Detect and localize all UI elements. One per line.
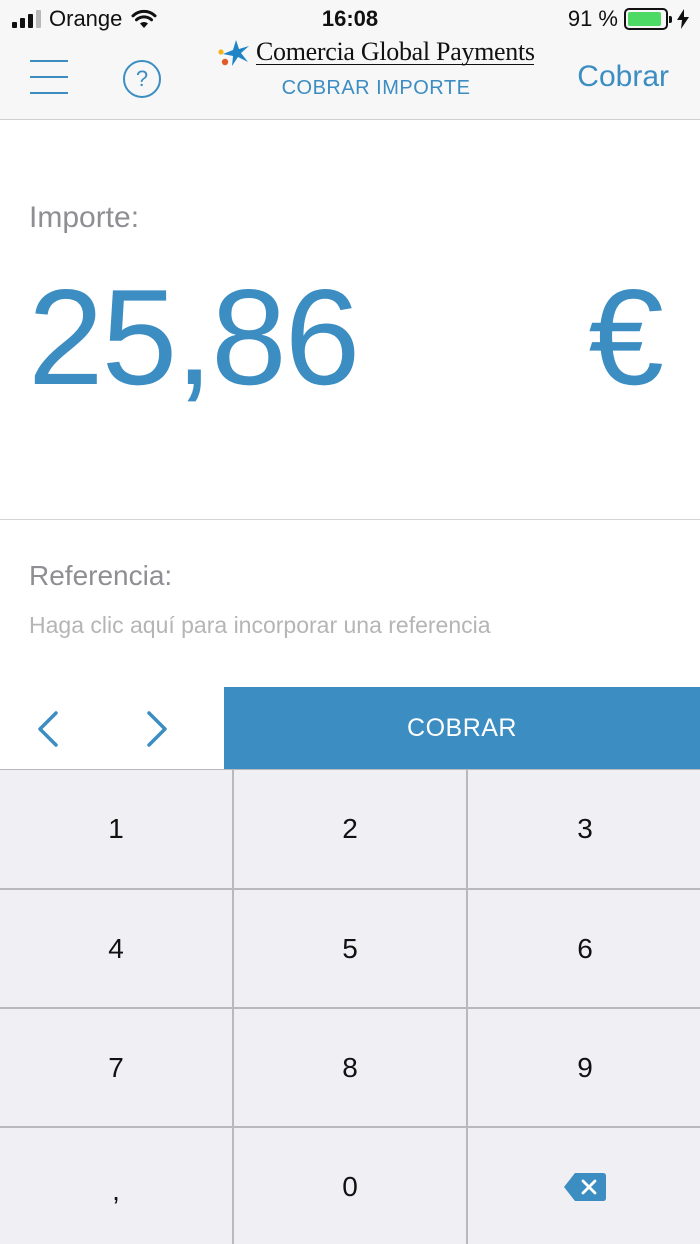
backspace-icon: [564, 1172, 606, 1201]
next-chevron-icon[interactable]: [139, 709, 175, 749]
battery-percent: 91 %: [567, 6, 618, 31]
currency-symbol: €: [588, 261, 664, 413]
key-1[interactable]: 1: [0, 770, 232, 888]
status-bar: Orange 16:08 91 %: [0, 0, 700, 40]
key-8[interactable]: 8: [234, 1009, 466, 1126]
key-7[interactable]: 7: [0, 1009, 232, 1126]
amount-section: Importe: 25,86 €: [0, 121, 700, 520]
key-comma[interactable]: ,: [0, 1128, 232, 1244]
navigation-bar: ? Comercia Global Payments COBRAR IMPORT…: [0, 37, 700, 120]
brand-star-logo-icon: [218, 40, 249, 66]
battery-level-fill: [628, 12, 661, 26]
page-title: COBRAR IMPORTE: [281, 77, 471, 99]
brand-underline: [256, 64, 534, 65]
key-0[interactable]: 0: [234, 1128, 466, 1244]
status-right: 91 %: [568, 6, 690, 32]
numeric-keypad: 1 2 3 4 5 6 7 8 9 , 0: [0, 769, 700, 1244]
brand-header: Comercia Global Payments COBRAR IMPORTE: [216, 37, 536, 120]
reference-input[interactable]: Haga clic aquí para incorporar una refer…: [29, 612, 669, 639]
key-5[interactable]: 5: [234, 890, 466, 1007]
amount-label: Importe:: [29, 201, 140, 234]
cobrar-button[interactable]: COBRAR: [224, 687, 700, 769]
key-4[interactable]: 4: [0, 890, 232, 1007]
menu-icon[interactable]: [30, 60, 68, 94]
battery-icon: [624, 8, 672, 30]
cobrar-nav-button[interactable]: Cobrar: [577, 60, 669, 94]
key-comma-label: ,: [112, 1174, 120, 1206]
key-backspace[interactable]: [468, 1128, 700, 1244]
previous-chevron-icon[interactable]: [30, 709, 66, 749]
charging-bolt-icon: [677, 9, 689, 29]
key-3[interactable]: 3: [468, 770, 700, 888]
key-9[interactable]: 9: [468, 1009, 700, 1126]
key-2[interactable]: 2: [234, 770, 466, 888]
action-bar: COBRAR: [0, 687, 700, 769]
help-icon[interactable]: ?: [123, 60, 161, 98]
amount-value: 25,86: [28, 261, 360, 413]
brand-name: Comercia Global Payments: [256, 37, 535, 66]
key-6[interactable]: 6: [468, 890, 700, 1007]
reference-label: Referencia:: [29, 560, 173, 591]
